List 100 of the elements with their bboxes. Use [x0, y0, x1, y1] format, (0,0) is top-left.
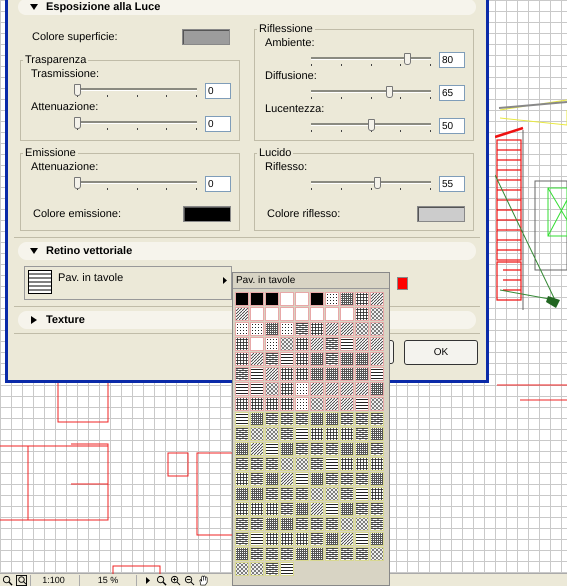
hatch-pattern-icon[interactable] — [370, 307, 384, 321]
hatch-pattern-icon[interactable] — [325, 427, 339, 441]
hatch-pattern-icon[interactable] — [265, 292, 279, 306]
hatch-pattern-icon[interactable] — [325, 352, 339, 366]
hatch-pattern-icon[interactable] — [235, 307, 249, 321]
hatch-pattern-icon[interactable] — [235, 562, 249, 576]
hatch-pattern-icon[interactable] — [235, 532, 249, 546]
hatch-pattern-icon[interactable] — [310, 457, 324, 471]
hatch-pattern-icon[interactable] — [295, 322, 309, 336]
hatch-pattern-icon[interactable] — [250, 427, 264, 441]
magnifier-icon[interactable] — [16, 574, 27, 586]
hatch-pattern-icon[interactable] — [355, 382, 369, 396]
hatch-pattern-icon[interactable] — [355, 502, 369, 516]
hatch-pattern-icon[interactable] — [250, 382, 264, 396]
hatch-pattern-icon[interactable] — [370, 322, 384, 336]
hatch-pattern-icon[interactable] — [355, 457, 369, 471]
hatch-pattern-icon[interactable] — [250, 412, 264, 426]
hatch-pattern-icon[interactable] — [280, 562, 294, 576]
number-field[interactable]: 0 — [205, 116, 231, 132]
hatch-pattern-icon[interactable] — [355, 547, 369, 561]
slider[interactable] — [311, 177, 431, 191]
hatch-pattern-icon[interactable] — [340, 442, 354, 456]
slider[interactable] — [77, 177, 197, 191]
hatch-pattern-icon[interactable] — [310, 547, 324, 561]
hatch-pattern-icon[interactable] — [310, 352, 324, 366]
slider-thumb[interactable] — [368, 119, 375, 131]
number-field[interactable]: 65 — [439, 85, 465, 101]
hatch-pattern-icon[interactable] — [370, 382, 384, 396]
hatch-pattern-icon[interactable] — [355, 532, 369, 546]
hatch-pattern-icon[interactable] — [280, 352, 294, 366]
hatch-pattern-icon[interactable] — [265, 427, 279, 441]
hatch-pattern-icon[interactable] — [265, 472, 279, 486]
hatch-pattern-icon[interactable] — [235, 412, 249, 426]
hatch-pattern-icon[interactable] — [295, 352, 309, 366]
number-field[interactable]: 50 — [439, 118, 465, 134]
slider-thumb[interactable] — [74, 177, 81, 189]
hatch-pattern-icon[interactable] — [355, 352, 369, 366]
hatch-pattern-icon[interactable] — [235, 472, 249, 486]
hatch-pattern-icon[interactable] — [280, 547, 294, 561]
hatch-pattern-icon[interactable] — [235, 457, 249, 471]
hatch-pattern-icon[interactable] — [355, 517, 369, 531]
hatch-pattern-icon[interactable] — [310, 397, 324, 411]
hatch-pattern-icon[interactable] — [310, 487, 324, 501]
hatch-pattern-icon[interactable] — [235, 337, 249, 351]
number-field[interactable]: 0 — [205, 176, 231, 192]
hatch-pattern-icon[interactable] — [310, 337, 324, 351]
hatch-pattern-icon[interactable] — [265, 412, 279, 426]
hatch-pattern-icon[interactable] — [295, 427, 309, 441]
hatch-pattern-icon[interactable] — [250, 502, 264, 516]
hatch-pattern-icon[interactable] — [265, 397, 279, 411]
hatch-pattern-icon[interactable] — [340, 292, 354, 306]
hatch-pattern-icon[interactable] — [235, 352, 249, 366]
hatch-pattern-icon[interactable] — [250, 292, 264, 306]
hatch-pattern-icon[interactable] — [265, 532, 279, 546]
hatch-pattern-icon[interactable] — [325, 472, 339, 486]
hatch-pattern-icon[interactable] — [340, 322, 354, 336]
hatch-pattern-icon[interactable] — [310, 472, 324, 486]
hatch-pattern-icon[interactable] — [310, 427, 324, 441]
hatch-pattern-icon[interactable] — [325, 322, 339, 336]
hatch-pattern-icon[interactable] — [235, 547, 249, 561]
slider[interactable] — [77, 117, 197, 131]
hatch-pattern-icon[interactable] — [250, 547, 264, 561]
hatch-pattern-icon[interactable] — [265, 337, 279, 351]
hatch-pattern-icon[interactable] — [325, 412, 339, 426]
hatch-pattern-icon[interactable] — [370, 517, 384, 531]
hatch-pattern-icon[interactable] — [340, 517, 354, 531]
hatch-pattern-icon[interactable] — [310, 367, 324, 381]
hatch-pattern-icon[interactable] — [310, 517, 324, 531]
hatch-pattern-icon[interactable] — [310, 502, 324, 516]
slider[interactable] — [311, 53, 431, 67]
number-field[interactable]: 80 — [439, 52, 465, 68]
hatch-pattern-icon[interactable] — [265, 367, 279, 381]
hatch-pattern-icon[interactable] — [295, 547, 309, 561]
hatch-pattern-icon[interactable] — [250, 472, 264, 486]
hatch-pattern-icon[interactable] — [310, 382, 324, 396]
hatch-pattern-icon[interactable] — [370, 292, 384, 306]
hatch-pattern-icon[interactable] — [340, 472, 354, 486]
hatch-pattern-icon[interactable] — [250, 532, 264, 546]
zoom-readout[interactable]: 15 % — [79, 574, 137, 586]
caret-icon[interactable] — [146, 576, 150, 584]
hatch-pattern-icon[interactable] — [370, 457, 384, 471]
hatch-pattern-icon[interactable] — [340, 547, 354, 561]
hatch-pattern-icon[interactable] — [310, 532, 324, 546]
hatch-pattern-icon[interactable] — [340, 412, 354, 426]
hatch-pattern-icon[interactable] — [370, 412, 384, 426]
hatch-pattern-icon[interactable] — [280, 382, 294, 396]
hatch-pattern-icon[interactable] — [280, 367, 294, 381]
hatch-pattern-icon[interactable] — [235, 517, 249, 531]
hatch-pattern-icon[interactable] — [310, 442, 324, 456]
hatch-pattern-icon[interactable] — [235, 442, 249, 456]
hatch-pattern-icon[interactable] — [355, 442, 369, 456]
hatch-pattern-icon[interactable] — [250, 352, 264, 366]
hatch-pattern-icon[interactable] — [370, 532, 384, 546]
hatch-pattern-icon[interactable] — [340, 337, 354, 351]
hatch-pattern-icon[interactable] — [310, 412, 324, 426]
hatch-pattern-icon[interactable] — [265, 442, 279, 456]
hatch-pattern-icon[interactable] — [250, 397, 264, 411]
hatch-pattern-icon[interactable] — [250, 457, 264, 471]
hatch-pattern-icon[interactable] — [235, 322, 249, 336]
hatch-pattern-icon[interactable] — [265, 352, 279, 366]
